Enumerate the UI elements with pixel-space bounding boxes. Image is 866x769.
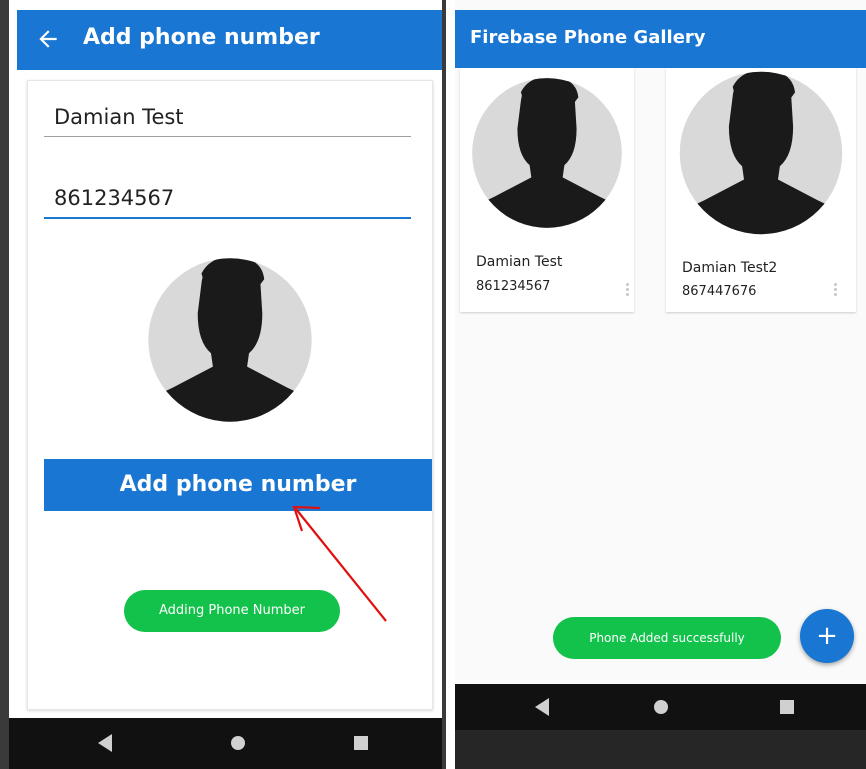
gallery-item[interactable]: Damian Test2 867447676 (666, 68, 856, 312)
nav-back-icon[interactable] (535, 698, 549, 716)
nav-back-icon[interactable] (98, 734, 112, 752)
person-silhouette-icon (666, 68, 856, 238)
add-fab-button[interactable]: + (800, 609, 854, 663)
contact-name: Damian Test (476, 254, 563, 270)
toast-message: Phone Added successfully (553, 617, 781, 659)
contact-phone: 861234567 (476, 279, 551, 294)
name-input[interactable] (44, 97, 411, 136)
device-bezel (442, 0, 446, 769)
gallery-item[interactable]: Damian Test 861234567 (460, 68, 634, 312)
nav-home-icon[interactable] (231, 736, 245, 750)
person-silhouette-icon (135, 253, 325, 427)
more-vert-icon[interactable] (626, 283, 630, 299)
person-silhouette-icon (460, 68, 634, 238)
add-phone-screen: Add phone number Add phone number Adding… (0, 0, 446, 769)
contact-name: Damian Test2 (682, 260, 778, 276)
contact-phone: 867447676 (682, 284, 757, 299)
phone-field-wrapper (44, 179, 411, 219)
system-nav-bar (9, 718, 442, 769)
annotation-arrow (292, 505, 387, 622)
gallery-screen: Firebase Phone Gallery Damian Test 86123… (455, 0, 866, 769)
device-bottom-bezel (455, 730, 866, 769)
name-field-wrapper (44, 97, 411, 137)
page-title: Add phone number (83, 25, 320, 50)
system-nav-bar (455, 684, 866, 730)
page-title: Firebase Phone Gallery (470, 27, 706, 48)
nav-home-icon[interactable] (654, 700, 668, 714)
app-bar: Firebase Phone Gallery (455, 10, 866, 68)
more-vert-icon[interactable] (834, 283, 838, 299)
nav-recent-icon[interactable] (780, 700, 794, 714)
arrow-left-icon[interactable] (35, 26, 61, 52)
nav-recent-icon[interactable] (354, 736, 368, 750)
device-bezel (0, 0, 9, 769)
phone-input[interactable] (44, 179, 411, 217)
avatar-image[interactable] (135, 253, 325, 427)
app-bar: Add phone number (17, 10, 442, 70)
